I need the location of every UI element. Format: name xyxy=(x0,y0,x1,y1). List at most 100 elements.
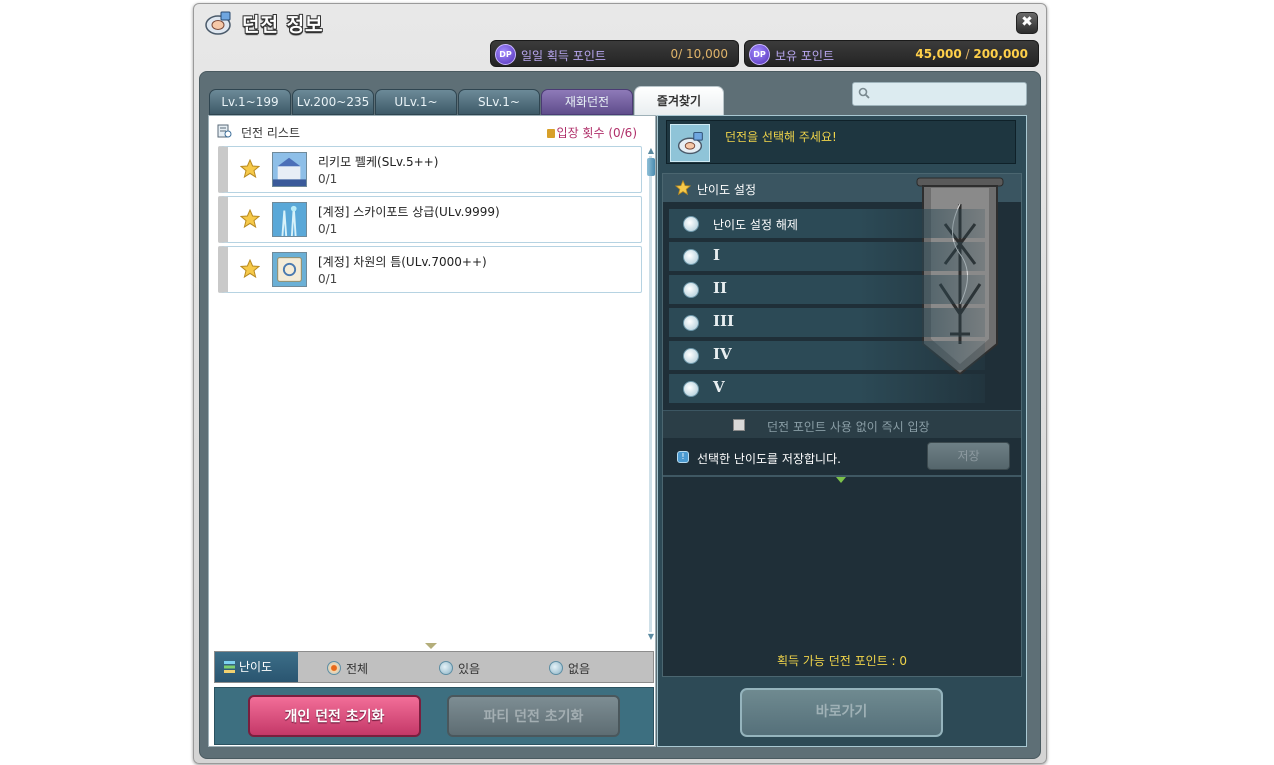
owned-points-current: 45,000 xyxy=(915,47,962,61)
select-dungeon-message: 던전을 선택해 주세요! xyxy=(725,130,837,144)
reset-buttons-area: 개인 던전 초기화 파티 던전 초기화 xyxy=(214,687,654,745)
dungeon-list-item[interactable]: 리키모 펠케(SLv.5++) 0/1 xyxy=(218,146,642,193)
owned-points-separator: / xyxy=(961,47,974,61)
radio-icon[interactable] xyxy=(683,216,699,232)
dungeon-message-box: 던전을 선택해 주세요! xyxy=(666,120,1016,164)
entry-count-text: 입장 횟수 (0/6) xyxy=(556,126,637,140)
radio-icon[interactable] xyxy=(683,348,699,364)
star-icon xyxy=(675,180,691,196)
difficulty-settings-panel: 난이도 설정 난이도 설정 해제 I II III IV V 던전 포인트 사용… xyxy=(662,173,1022,677)
difficulty-filter-text: 난이도 xyxy=(239,660,273,674)
tab-favorites[interactable]: 즐겨찾기 xyxy=(634,86,724,116)
dungeon-thumbnail xyxy=(272,252,307,287)
dungeon-list-item[interactable]: [계정] 스카이포트 상급(ULv.9999) 0/1 xyxy=(218,196,642,243)
difficulty-option-label: 난이도 설정 해제 xyxy=(713,218,798,232)
radio-icon[interactable] xyxy=(683,315,699,331)
radio-icon[interactable] xyxy=(683,282,699,298)
personal-dungeon-reset-button[interactable]: 개인 던전 초기화 xyxy=(248,695,421,737)
expand-arrow-icon[interactable] xyxy=(836,477,846,483)
save-difficulty-text: 선택한 난이도를 저장합니다. xyxy=(697,452,841,466)
tab-slv1[interactable]: SLv.1~ xyxy=(458,89,540,115)
entry-count: 입장 횟수 (0/6) xyxy=(546,124,637,141)
difficulty-option-label: III xyxy=(713,312,735,330)
go-button[interactable]: 바로가기 xyxy=(740,688,943,737)
difficulty-option-label: V xyxy=(713,378,725,396)
owned-points-label: 보유 포인트 xyxy=(775,49,835,63)
window-title: 던전 정보 xyxy=(242,14,324,36)
expand-arrow-icon[interactable] xyxy=(425,643,437,649)
dungeon-progress: 0/1 xyxy=(318,272,338,286)
obtainable-points-text: 획득 가능 던전 포인트 : 0 xyxy=(776,654,908,668)
search-icon xyxy=(858,87,870,99)
info-icon: ! xyxy=(677,451,689,463)
dungeon-name: [계정] 스카이포트 상급(ULv.9999) xyxy=(318,205,500,219)
difficulty-settings-title: 난이도 설정 xyxy=(697,183,757,197)
filter-option-label: 전체 xyxy=(346,662,369,676)
daily-points-value: 0/ 10,000 xyxy=(670,47,728,61)
instant-entry-checkbox[interactable] xyxy=(733,419,745,431)
dungeon-name: 리키모 펠케(SLv.5++) xyxy=(318,155,439,169)
difficulty-filter-bar: 난이도 전체 있음 없음 xyxy=(214,651,654,683)
lock-icon xyxy=(546,129,555,138)
difficulty-option-2[interactable]: II xyxy=(669,275,985,304)
difficulty-option-5[interactable]: V xyxy=(669,374,985,403)
dungeon-list-panel: 던전 리스트 입장 횟수 (0/6) 리키모 펠케(SLv.5++) 0/1 [… xyxy=(208,115,656,747)
list-document-icon xyxy=(217,124,232,138)
difficulty-option-4[interactable]: IV xyxy=(669,341,985,370)
filter-option-label: 없음 xyxy=(568,662,591,676)
close-button[interactable]: ✖ xyxy=(1016,12,1038,34)
save-difficulty-row: ! 선택한 난이도를 저장합니다. 저장 xyxy=(663,439,1021,477)
dp-icon: DP xyxy=(495,44,516,65)
daily-points-panel: DP 일일 획득 포인트 0/ 10,000 xyxy=(490,40,739,67)
difficulty-option-label: II xyxy=(713,279,728,297)
instant-entry-row: 던전 포인트 사용 없이 즉시 입장 xyxy=(663,410,1021,438)
save-button[interactable]: 저장 xyxy=(927,442,1010,470)
owned-points-value: 45,000 / 200,000 xyxy=(915,47,1028,61)
favorite-star-icon[interactable] xyxy=(240,159,260,179)
dungeon-list-title: 던전 리스트 xyxy=(241,126,301,140)
difficulty-filter-label: 난이도 xyxy=(215,652,298,682)
scroll-up-icon[interactable]: ▲ xyxy=(647,146,655,156)
daily-points-label: 일일 획득 포인트 xyxy=(521,49,606,63)
main-frame: Lv.1~199 Lv.200~235 ULv.1~ SLv.1~ 재화던전 즐… xyxy=(199,71,1041,759)
difficulty-option-3[interactable]: III xyxy=(669,308,985,337)
list-scrollbar[interactable]: ▲ ▼ xyxy=(647,146,655,642)
party-dungeon-reset-button[interactable]: 파티 던전 초기화 xyxy=(447,695,620,737)
favorite-star-icon[interactable] xyxy=(240,259,260,279)
dp-icon: DP xyxy=(749,44,770,65)
radio-selected-icon[interactable] xyxy=(327,661,341,675)
tab-lv200-235[interactable]: Lv.200~235 xyxy=(292,89,374,115)
difficulty-bars-icon xyxy=(224,661,235,673)
dungeon-thumbnail xyxy=(272,152,307,187)
tab-lv1-199[interactable]: Lv.1~199 xyxy=(209,89,291,115)
radio-icon[interactable] xyxy=(439,661,453,675)
difficulty-option-none[interactable]: 난이도 설정 해제 xyxy=(669,209,985,238)
difficulty-option-label: I xyxy=(713,246,721,264)
owned-points-max: 200,000 xyxy=(973,47,1028,61)
dungeon-thumbnail xyxy=(272,202,307,237)
dungeon-book-icon xyxy=(205,11,231,35)
tab-ulv1[interactable]: ULv.1~ xyxy=(375,89,457,115)
difficulty-option-1[interactable]: I xyxy=(669,242,985,271)
dungeon-progress: 0/1 xyxy=(318,172,338,186)
search-field[interactable] xyxy=(852,82,1027,106)
difficulty-option-label: IV xyxy=(713,345,732,363)
dungeon-list-header: 던전 리스트 입장 횟수 (0/6) xyxy=(217,122,645,142)
dungeon-detail-panel: 던전을 선택해 주세요! 난이도 설정 난이도 설정 해제 I II III I… xyxy=(657,115,1027,747)
radio-icon[interactable] xyxy=(549,661,563,675)
scroll-thumb[interactable] xyxy=(647,158,655,176)
scroll-track[interactable] xyxy=(649,156,652,632)
owned-points-panel: DP 보유 포인트 45,000 / 200,000 xyxy=(744,40,1039,67)
favorite-star-icon[interactable] xyxy=(240,209,260,229)
radio-icon[interactable] xyxy=(683,249,699,265)
radio-icon[interactable] xyxy=(683,381,699,397)
dungeon-name: [계정] 차원의 틈(ULv.7000++) xyxy=(318,255,487,269)
tab-currency-dungeon[interactable]: 재화던전 xyxy=(541,89,633,115)
dungeon-progress: 0/1 xyxy=(318,222,338,236)
instant-entry-label: 던전 포인트 사용 없이 즉시 입장 xyxy=(767,420,930,434)
filter-option-label: 있음 xyxy=(458,662,481,676)
dungeon-list-item[interactable]: [계정] 차원의 틈(ULv.7000++) 0/1 xyxy=(218,246,642,293)
dungeon-info-window: 던전 정보 ✖ DP 일일 획득 포인트 0/ 10,000 DP 보유 포인트… xyxy=(193,3,1047,764)
dungeon-selection-icon xyxy=(670,124,710,162)
scroll-down-icon[interactable]: ▼ xyxy=(647,632,655,642)
